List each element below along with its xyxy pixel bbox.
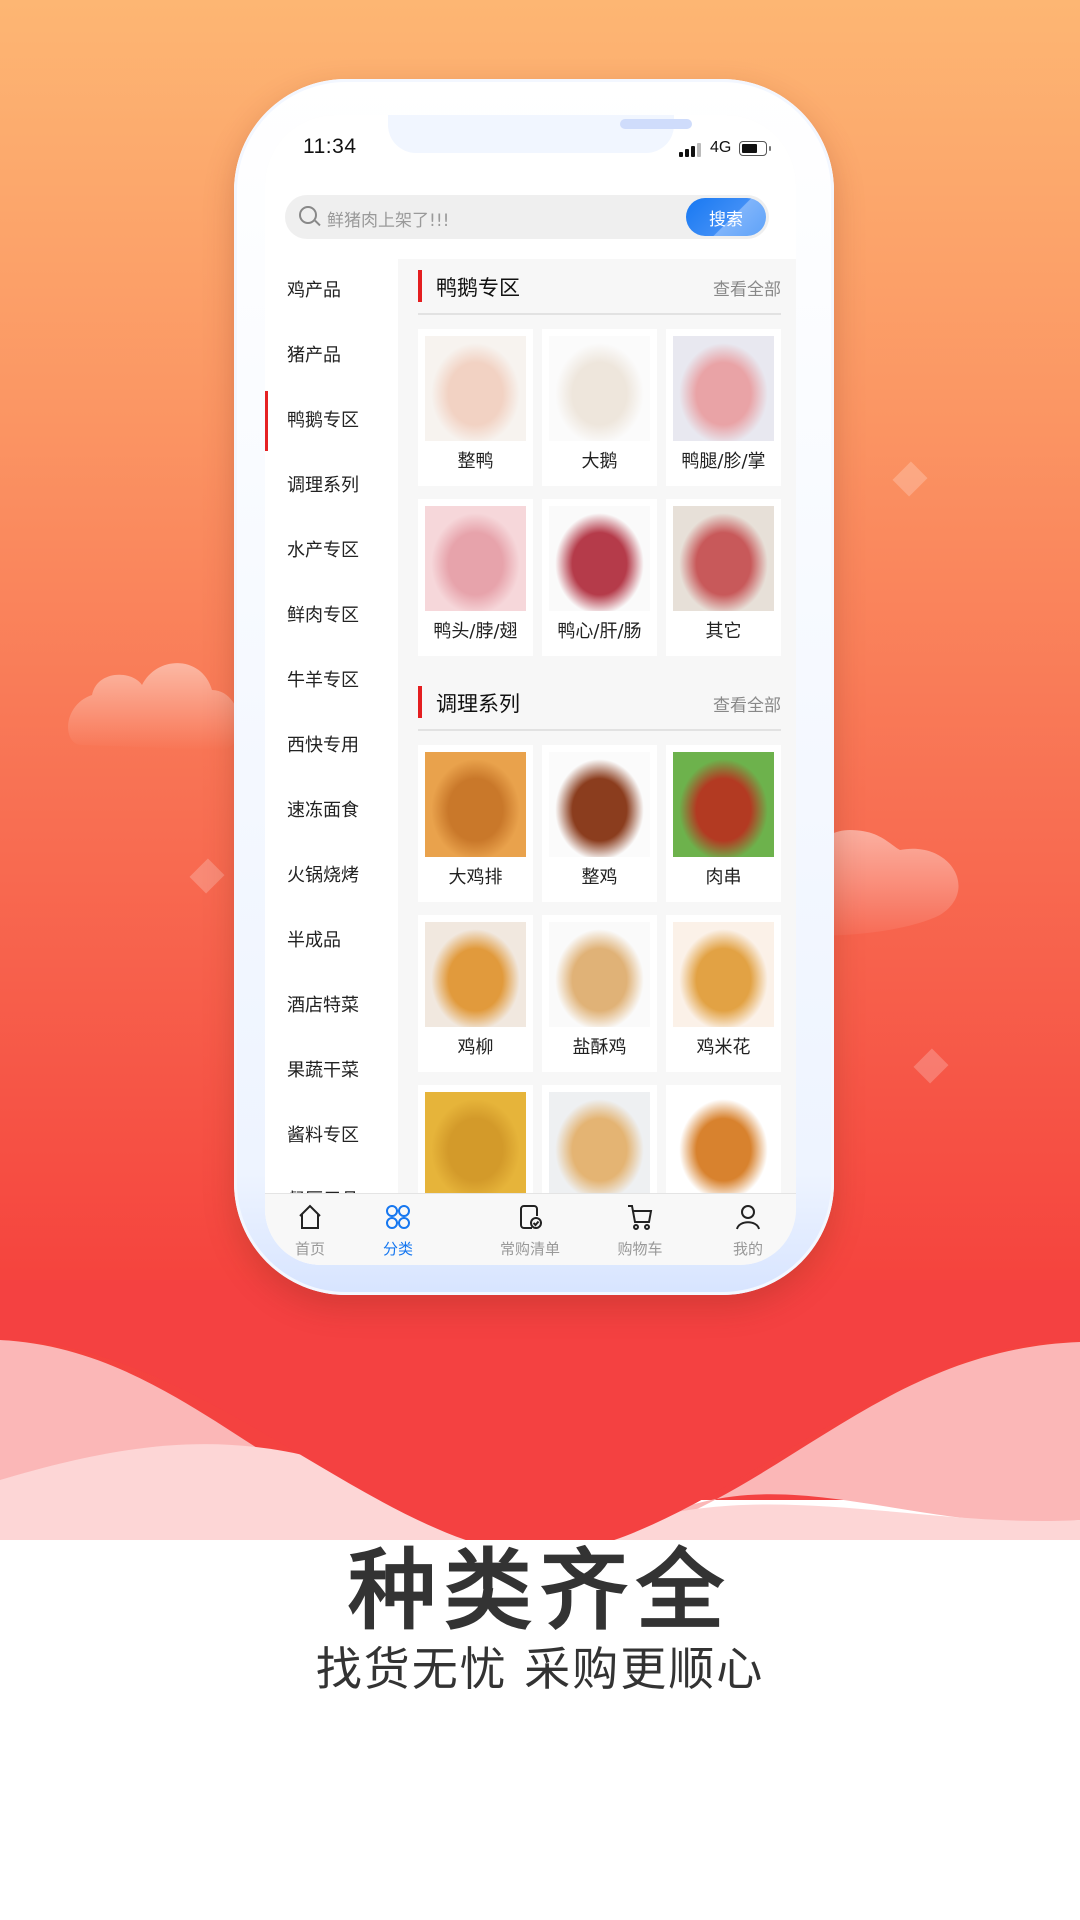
section-accent-bar — [418, 686, 422, 718]
product-card[interactable]: 大鸡排 — [418, 745, 533, 902]
product-image-salt-chicken — [549, 922, 650, 1027]
wave-decoration — [0, 1280, 1080, 1540]
product-name: 整鸭 — [457, 451, 494, 472]
sidebar-item[interactable]: 水产专区 — [265, 531, 398, 571]
tab-label: 首页 — [294, 1240, 325, 1258]
promo-headline: 种类齐全 — [347, 1539, 732, 1642]
tab-cart[interactable]: 购物车 — [595, 1202, 685, 1259]
product-image-duck-heart — [549, 506, 650, 611]
product-name: 整鸡 — [581, 867, 618, 888]
signal-icon — [679, 143, 701, 157]
tab-home[interactable]: 首页 — [265, 1202, 355, 1259]
product-image-meat-skewers — [673, 752, 774, 857]
sidebar-item[interactable]: 调理系列 — [265, 466, 398, 506]
product-image-whole-duck — [425, 336, 526, 441]
product-card[interactable]: 鸡柳 — [418, 915, 533, 1072]
product-image-duck-leg — [673, 336, 774, 441]
sidebar-item[interactable]: 酒店特菜 — [265, 986, 398, 1026]
product-image-burger — [673, 1092, 774, 1197]
section-title: 鸭鹅专区 — [436, 276, 520, 300]
battery-icon — [739, 141, 771, 156]
bottom-tab-bar: 首页 分类 常购清单 购物车 我的 — [265, 1193, 796, 1265]
user-icon — [736, 1205, 760, 1230]
status-time: 11:34 — [303, 135, 357, 158]
tab-label: 常购清单 — [499, 1240, 560, 1258]
product-card[interactable]: 其它 — [666, 499, 781, 656]
sidebar-item[interactable]: 猪产品 — [265, 336, 398, 376]
product-card[interactable]: 整鸭 — [418, 329, 533, 486]
sidebar-item[interactable]: 鲜肉专区 — [265, 596, 398, 636]
sidebar-item[interactable]: 牛羊专区 — [265, 661, 398, 701]
product-name: 鸡米花 — [696, 1037, 751, 1058]
product-name: 盐酥鸡 — [572, 1037, 627, 1058]
product-card[interactable]: 盐酥鸡 — [542, 915, 657, 1072]
tab-frequent-list[interactable]: 常购清单 — [485, 1202, 575, 1259]
tab-mine[interactable]: 我的 — [703, 1202, 793, 1259]
sidebar-item[interactable]: 速冻面食 — [265, 791, 398, 831]
product-name: 大鹅 — [581, 451, 618, 472]
product-card[interactable]: 大鹅 — [542, 329, 657, 486]
search-placeholder: 鲜猪肉上架了!!! — [327, 211, 450, 231]
home-icon — [299, 1204, 321, 1229]
product-name: 肉串 — [705, 867, 742, 888]
sidebar-item[interactable]: 果蔬干菜 — [265, 1051, 398, 1091]
product-name: 大鸡排 — [448, 867, 503, 888]
sidebar-item[interactable]: 酱料专区 — [265, 1116, 398, 1156]
list-check-icon — [520, 1205, 542, 1229]
cart-icon — [628, 1205, 653, 1230]
tab-label: 我的 — [732, 1240, 763, 1258]
product-card[interactable]: 鸭腿/胗/掌 — [666, 329, 781, 486]
section-header: 调理系列 查看全部 — [418, 675, 781, 731]
product-image-chicken-strips — [425, 922, 526, 1027]
product-image-duck-blood — [673, 506, 774, 611]
tab-label: 分类 — [382, 1240, 413, 1258]
product-image-duck-wing — [425, 506, 526, 611]
product-image-roast-chicken — [549, 752, 650, 857]
search-button[interactable]: 搜索 — [686, 198, 766, 236]
tab-category[interactable]: 分类 — [353, 1202, 443, 1259]
product-image-fried-shrimp — [549, 1092, 650, 1197]
category-icon — [386, 1205, 410, 1229]
section-accent-bar — [418, 270, 422, 302]
speaker — [620, 119, 692, 129]
product-card[interactable]: 肉串 — [666, 745, 781, 902]
network-type: 4G — [710, 139, 732, 156]
product-card[interactable]: 鸭心/肝/肠 — [542, 499, 657, 656]
promo-subline: 找货无忧 采购更顺心 — [315, 1642, 765, 1696]
product-image-goose — [549, 336, 650, 441]
app-screen: 11:34 4G 鲜猪肉上架了!!! 搜索 鸡产品 猪产品 鸭鹅专区 调理系列 水产专区… — [265, 115, 796, 1265]
search-icon — [299, 206, 317, 224]
product-card[interactable]: 鸭头/脖/翅 — [418, 499, 533, 656]
sidebar-item[interactable]: 鸭鹅专区 — [265, 391, 398, 451]
cloud-left-decoration — [68, 663, 241, 750]
section-header: 鸭鹅专区 查看全部 — [418, 259, 781, 315]
product-name: 鸭腿/胗/掌 — [681, 451, 766, 472]
product-name: 其它 — [705, 621, 742, 642]
search-input[interactable]: 鲜猪肉上架了!!! 搜索 — [285, 195, 769, 239]
product-image-nuggets — [425, 1092, 526, 1197]
product-image-popcorn-chicken — [673, 922, 774, 1027]
product-name: 鸡柳 — [457, 1037, 494, 1058]
view-all-link[interactable]: 查看全部 — [713, 275, 781, 300]
category-content: 鸭鹅专区 查看全部 整鸭 大鹅 鸭腿/胗/掌 鸭头/脖/翅 鸭心/肝/肠 其它 调理系列 查看全部… — [398, 259, 796, 1265]
product-name: 鸭头/脖/翅 — [433, 621, 518, 642]
view-all-link[interactable]: 查看全部 — [713, 691, 781, 716]
sidebar-item[interactable]: 鸡产品 — [265, 271, 398, 311]
category-sidebar: 鸡产品猪产品鸭鹅专区调理系列水产专区鲜肉专区牛羊专区西快专用速冻面食火锅烧烤半成… — [265, 259, 398, 1265]
product-name: 鸭心/肝/肠 — [557, 621, 642, 642]
tab-label: 购物车 — [617, 1240, 663, 1258]
product-card[interactable]: 鸡米花 — [666, 915, 781, 1072]
product-card[interactable]: 整鸡 — [542, 745, 657, 902]
sidebar-item[interactable]: 西快专用 — [265, 726, 398, 766]
section-title: 调理系列 — [436, 692, 520, 716]
product-image-chicken-steak — [425, 752, 526, 857]
search-area: 鲜猪肉上架了!!! 搜索 — [265, 185, 796, 259]
sidebar-item[interactable]: 半成品 — [265, 921, 398, 961]
sidebar-item[interactable]: 火锅烧烤 — [265, 856, 398, 896]
phone-notch — [388, 115, 692, 153]
